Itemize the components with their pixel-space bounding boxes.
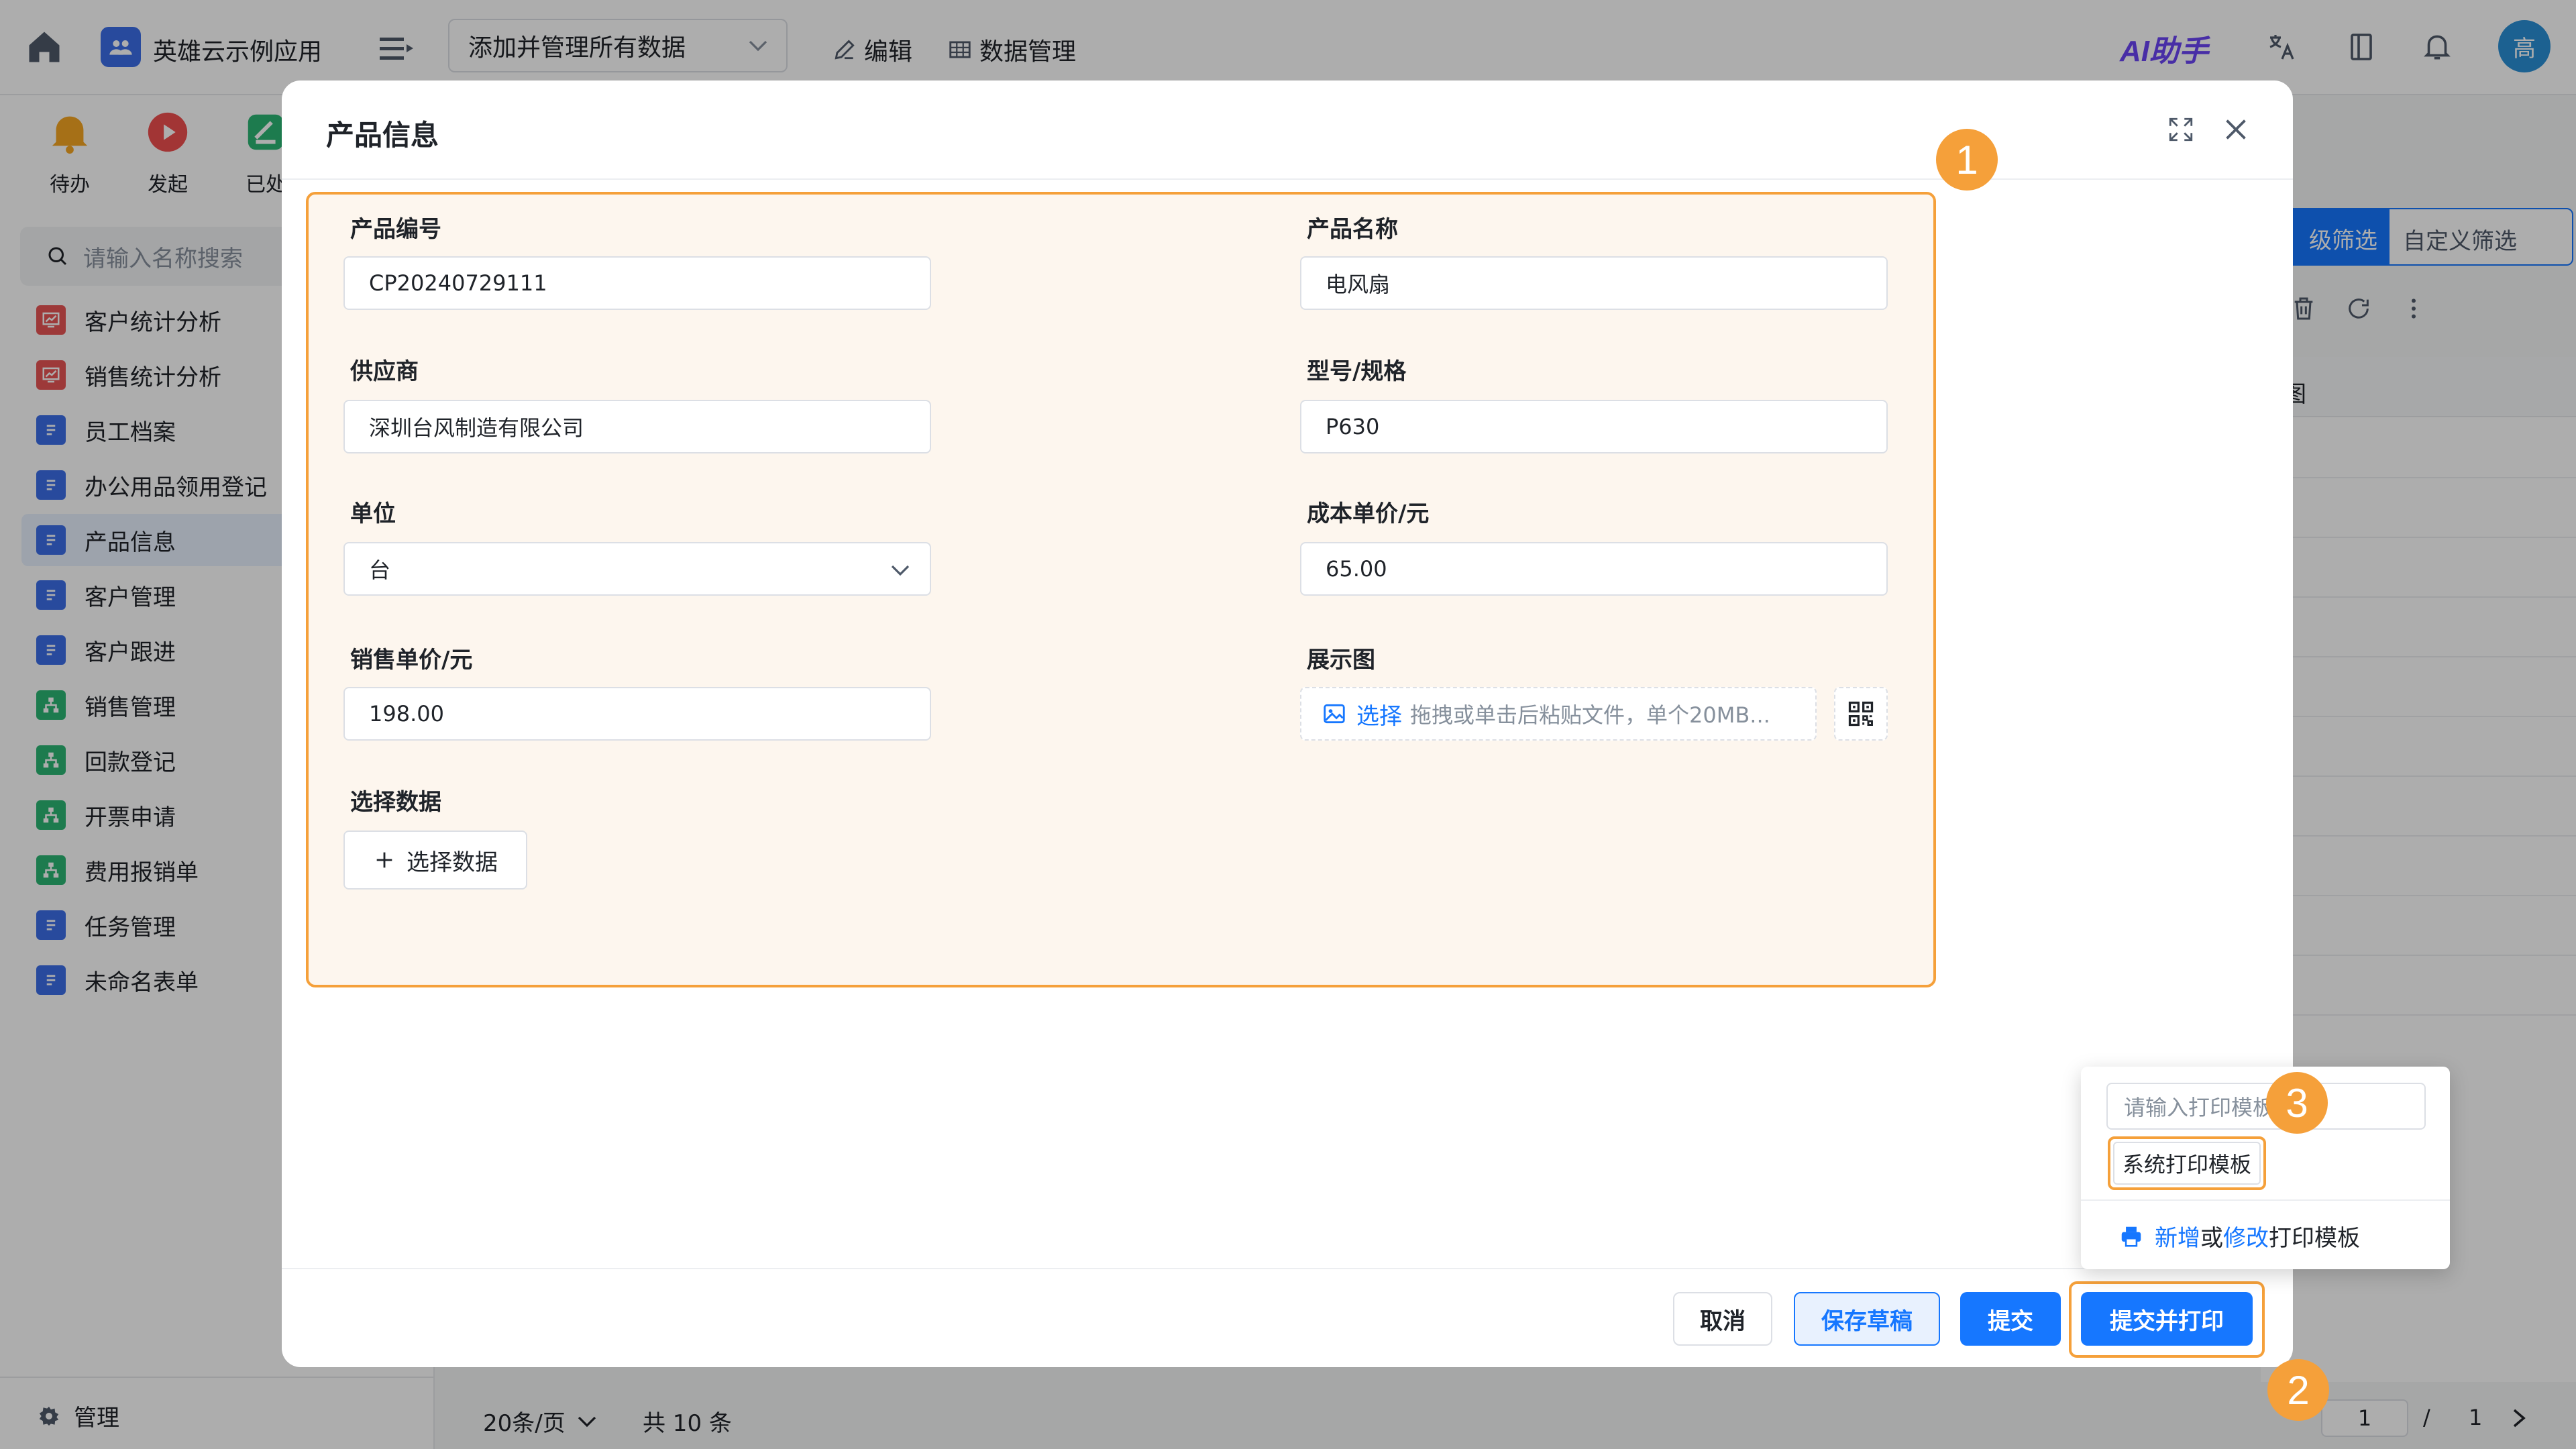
product-info-modal: 产品信息 产品编号 CP20240729111 产品名称 电风扇 供应商 深圳台… [282,80,2293,1367]
model-label: 型号/规格 [1307,358,1407,385]
annotation-badge-1: 1 [1936,129,1998,191]
save-draft-button[interactable]: 保存草稿 [1794,1292,1940,1346]
cost-price-label: 成本单价/元 [1307,500,1430,527]
sale-price-input[interactable]: 198.00 [343,687,931,741]
fullscreen-icon[interactable] [2167,115,2195,144]
annotation-badge-2: 2 [2267,1359,2329,1421]
modal-header-divider [282,178,2293,180]
modify-template-link[interactable]: 修改 [2223,1220,2269,1252]
print-template-text: 打印模板 [2269,1225,2360,1252]
cost-price-input[interactable]: 65.00 [1300,542,1888,596]
close-icon[interactable] [2220,114,2251,145]
select-data-button-label: 选择数据 [407,849,498,876]
image-upload-hint: 拖拽或单击后粘贴文件，单个20MB... [1410,702,1770,728]
submit-print-button[interactable]: 提交并打印 [2081,1292,2253,1346]
select-data-button[interactable]: 选择数据 [343,830,527,890]
supplier-input[interactable]: 深圳台风制造有限公司 [343,400,931,453]
print-template-popup: 请输入打印模板名称 系统打印模板 新增 或 修改 打印模板 [2081,1067,2450,1269]
unit-label: 单位 [350,500,396,527]
manage-print-template-row: 新增 或 修改 打印模板 [2118,1220,2360,1252]
modal-footer-divider [282,1268,2293,1269]
qrcode-upload-button[interactable] [1834,687,1888,741]
display-image-label: 展示图 [1307,647,1375,674]
sale-price-label: 销售单价/元 [350,647,473,674]
image-upload-zone[interactable]: 选择 拖拽或单击后粘贴文件，单个20MB... [1300,687,1817,741]
model-input[interactable]: P630 [1300,400,1888,453]
select-data-label: 选择数据 [350,789,441,816]
supplier-label: 供应商 [350,358,419,385]
modal-title: 产品信息 [326,119,439,152]
image-icon [1322,701,1347,727]
product-name-input[interactable]: 电风扇 [1300,256,1888,310]
cancel-button[interactable]: 取消 [1673,1292,1772,1346]
product-no-label: 产品编号 [350,216,441,243]
plus-icon [373,849,396,871]
printer-icon [2118,1224,2144,1249]
chevron-down-icon [891,564,910,577]
new-template-link[interactable]: 新增 [2155,1220,2200,1252]
unit-select[interactable]: 台 [343,542,931,596]
product-no-input[interactable]: CP20240729111 [343,256,931,310]
or-text: 或 [2200,1225,2223,1252]
popup-divider [2081,1199,2450,1201]
annotation-badge-3: 3 [2266,1072,2328,1134]
image-select-link[interactable]: 选择 [1356,698,1402,731]
submit-button[interactable]: 提交 [1960,1292,2061,1346]
unit-select-value: 台 [369,557,391,583]
system-print-template-option[interactable]: 系统打印模板 [2113,1142,2261,1185]
qrcode-icon [1846,699,1876,729]
product-name-label: 产品名称 [1307,216,1398,243]
